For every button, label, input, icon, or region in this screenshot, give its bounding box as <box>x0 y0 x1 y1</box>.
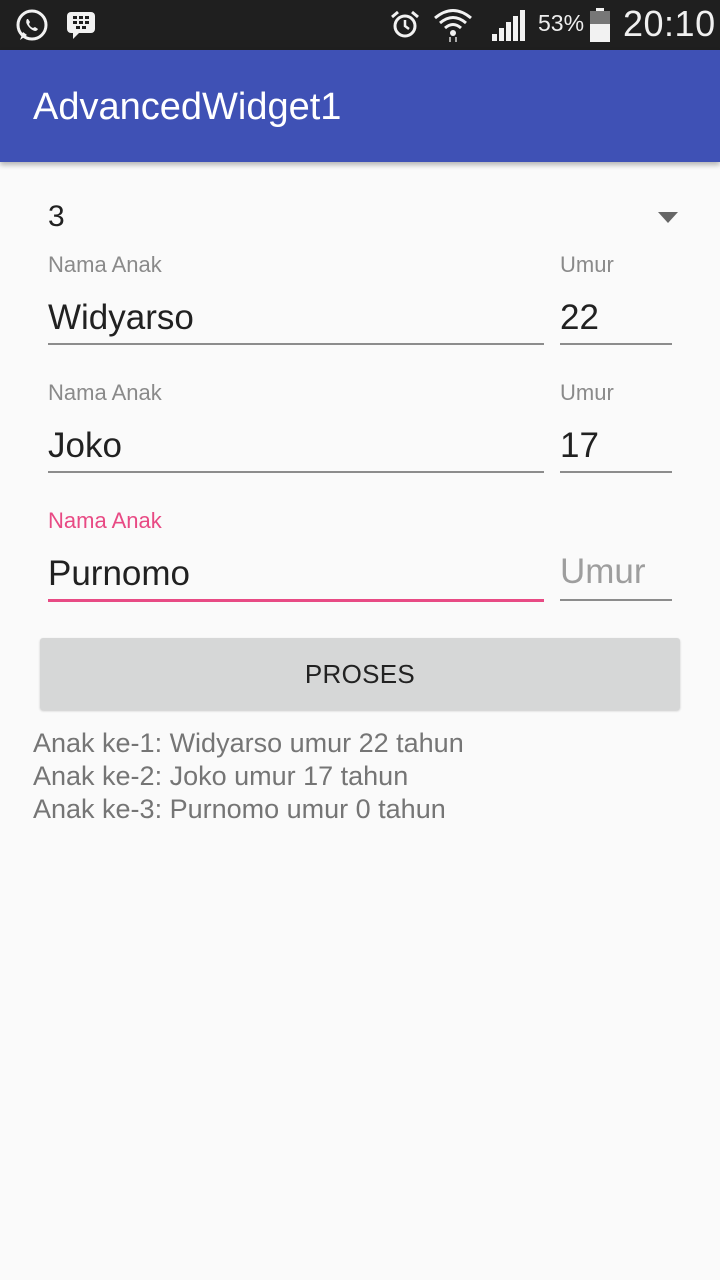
alarm-icon <box>388 6 422 44</box>
child-1-age-field[interactable]: Umur 22 <box>560 250 672 350</box>
child-1-name-underline <box>48 343 544 345</box>
wifi-icon <box>432 6 474 44</box>
child-1-name-field[interactable]: Nama Anak Widyarso <box>48 250 544 350</box>
child-2-age-underline <box>560 471 672 473</box>
app-bar: AdvancedWidget1 <box>0 50 720 162</box>
children-count-spinner[interactable]: 3 <box>32 190 692 250</box>
child-3-age-field[interactable]: Umur <box>560 506 672 606</box>
child-2-name-underline <box>48 471 544 473</box>
app-title: AdvancedWidget1 <box>33 86 342 128</box>
child-2-age-value: 17 <box>560 426 599 465</box>
child-2-name-label: Nama Anak <box>48 380 162 405</box>
child-2-name-value: Joko <box>48 426 122 465</box>
battery-percent: 53% <box>538 10 585 36</box>
signal-icon <box>488 6 528 44</box>
result-text: Anak ke-1: Widyarso umur 22 tahun Anak k… <box>33 727 464 826</box>
result-line: Anak ke-2: Joko umur 17 tahun <box>33 761 409 791</box>
child-3-age-underline <box>560 599 672 601</box>
child-2-name-field[interactable]: Nama Anak Joko <box>48 378 544 478</box>
result-line: Anak ke-3: Purnomo umur 0 tahun <box>33 794 446 824</box>
child-2-age-field[interactable]: Umur 17 <box>560 378 672 478</box>
proses-button[interactable]: PROSES <box>40 638 680 710</box>
child-1-age-label: Umur <box>560 252 614 277</box>
child-2-age-label: Umur <box>560 380 614 405</box>
battery-icon <box>588 6 612 44</box>
child-3-name-value: Purnomo <box>48 554 191 593</box>
child-3-age-placeholder: Umur <box>560 552 646 591</box>
bbm-icon <box>64 6 98 44</box>
result-line: Anak ke-1: Widyarso umur 22 tahun <box>33 728 464 758</box>
spinner-selected-value: 3 <box>48 200 65 233</box>
child-1-age-value: 22 <box>560 298 599 337</box>
child-3-name-underline <box>48 599 544 602</box>
child-3-name-field[interactable]: Nama Anak Purnomo <box>48 506 544 606</box>
child-1-name-label: Nama Anak <box>48 252 162 277</box>
dropdown-arrow-icon <box>658 212 678 223</box>
child-1-name-value: Widyarso <box>48 298 194 337</box>
status-time: 20:10 <box>623 3 716 44</box>
whatsapp-icon <box>12 6 52 44</box>
proses-button-label: PROSES <box>304 658 416 689</box>
child-1-age-underline <box>560 343 672 345</box>
status-bar: 53% 20:10 <box>0 0 720 50</box>
child-3-name-label: Nama Anak <box>48 508 162 533</box>
